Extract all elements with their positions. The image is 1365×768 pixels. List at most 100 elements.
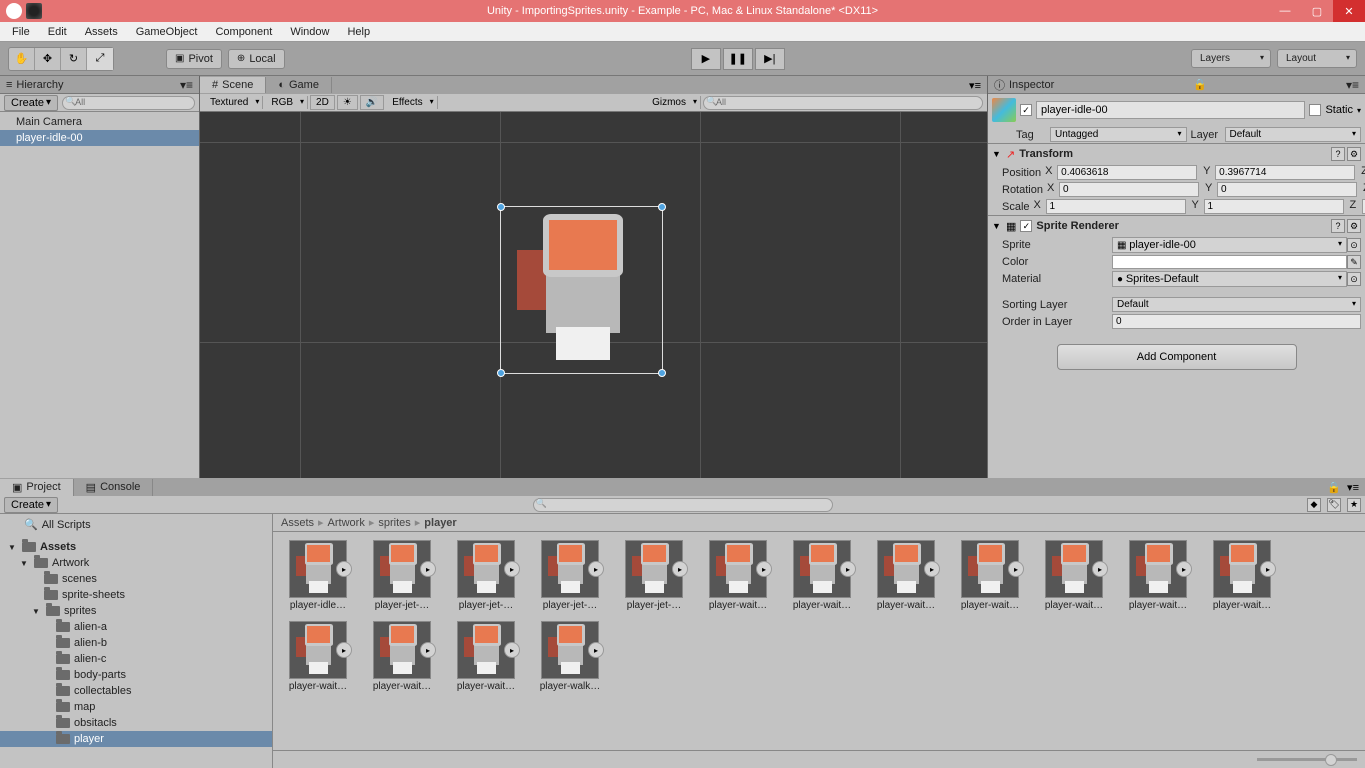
sprite-expand-icon[interactable]: ▸ — [504, 561, 520, 577]
local-toggle[interactable]: ⊕ Local — [228, 49, 285, 69]
menu-assets[interactable]: Assets — [79, 24, 124, 40]
project-create-button[interactable]: Create ▾ — [4, 497, 58, 513]
gameobject-icon[interactable] — [992, 98, 1016, 122]
sprite-expand-icon[interactable]: ▸ — [672, 561, 688, 577]
folder-alien-a[interactable]: alien-a — [0, 619, 272, 635]
rotate-tool[interactable]: ↻ — [61, 48, 87, 70]
asset-item[interactable]: ▸ player-wait… — [1205, 540, 1279, 611]
tag-dropdown[interactable]: Untagged — [1050, 127, 1187, 142]
inspector-menu-icon[interactable]: ▾≡ — [1346, 78, 1359, 92]
thumbnail-size-slider[interactable] — [1257, 758, 1357, 761]
scene-menu-icon[interactable]: ▾≡ — [969, 79, 987, 92]
layers-dropdown[interactable]: Layers — [1191, 49, 1271, 68]
sprite-picker-icon[interactable]: ⊙ — [1347, 238, 1361, 252]
save-search-icon[interactable]: ★ — [1347, 498, 1361, 512]
hierarchy-search-input[interactable]: All — [62, 96, 195, 110]
audio-toggle[interactable]: 🔊 — [360, 95, 384, 110]
folder-obsitacls[interactable]: obsitacls — [0, 715, 272, 731]
scale-y-input[interactable] — [1204, 199, 1344, 214]
component-settings-icon[interactable]: ⚙ — [1347, 147, 1361, 161]
gameobject-name-input[interactable] — [1036, 101, 1305, 119]
active-checkbox[interactable]: ✓ — [1020, 104, 1032, 116]
sprite-expand-icon[interactable]: ▸ — [420, 561, 436, 577]
sprite-expand-icon[interactable]: ▸ — [588, 642, 604, 658]
inspector-tab[interactable]: ⓘ Inspector 🔒 ▾≡ — [988, 76, 1365, 94]
game-tab[interactable]: ◐ Game — [266, 77, 332, 93]
console-tab[interactable]: ▤ Console — [74, 479, 154, 496]
sprite-expand-icon[interactable]: ▸ — [1092, 561, 1108, 577]
breadcrumb-sprites[interactable]: sprites — [378, 517, 410, 529]
asset-item[interactable]: ▸ player-jet-… — [365, 540, 439, 611]
folder-all-scripts[interactable]: 🔍All Scripts — [0, 516, 272, 533]
asset-item[interactable]: ▸ player-jet-… — [449, 540, 523, 611]
lock-icon[interactable]: 🔒 — [1193, 78, 1207, 91]
position-x-input[interactable] — [1057, 165, 1197, 180]
close-button[interactable]: ✕ — [1333, 0, 1365, 22]
pan-tool[interactable]: ✋ — [9, 48, 35, 70]
project-menu-icon[interactable]: ▾≡ — [1347, 481, 1365, 494]
sprite-expand-icon[interactable]: ▸ — [588, 561, 604, 577]
spriterenderer-foldout-icon[interactable]: ▼ — [992, 221, 1002, 231]
sorting-layer-dropdown[interactable]: Default — [1112, 297, 1361, 312]
selection-handle-tr[interactable] — [658, 203, 666, 211]
layout-dropdown[interactable]: Layout — [1277, 49, 1357, 68]
menu-edit[interactable]: Edit — [42, 24, 73, 40]
component-settings-icon[interactable]: ⚙ — [1347, 219, 1361, 233]
scene-search-input[interactable]: All — [703, 96, 983, 110]
menu-component[interactable]: Component — [209, 24, 278, 40]
scale-tool[interactable]: ⤢ — [87, 48, 113, 70]
asset-item[interactable]: ▸ player-walk… — [533, 621, 607, 692]
selection-handle-tl[interactable] — [497, 203, 505, 211]
selection-handle-br[interactable] — [658, 369, 666, 377]
move-tool[interactable]: ✥ — [35, 48, 61, 70]
add-component-button[interactable]: Add Component — [1057, 344, 1297, 370]
lighting-toggle[interactable]: ☀ — [337, 95, 358, 110]
sprite-expand-icon[interactable]: ▸ — [1260, 561, 1276, 577]
scale-z-input[interactable] — [1362, 199, 1365, 214]
color-picker-icon[interactable]: ✎ — [1347, 255, 1361, 269]
sprite-expand-icon[interactable]: ▸ — [1008, 561, 1024, 577]
sprite-expand-icon[interactable]: ▸ — [336, 642, 352, 658]
render-mode-dropdown[interactable]: RGB — [265, 96, 308, 109]
step-button[interactable]: ▶| — [755, 48, 785, 70]
help-icon[interactable]: ? — [1331, 219, 1345, 233]
rotation-x-input[interactable] — [1059, 182, 1199, 197]
rotation-y-input[interactable] — [1217, 182, 1357, 197]
asset-item[interactable]: ▸ player-wait… — [785, 540, 859, 611]
project-tab[interactable]: ▣ Project — [0, 479, 74, 496]
sprite-expand-icon[interactable]: ▸ — [1176, 561, 1192, 577]
folder-alien-c[interactable]: alien-c — [0, 651, 272, 667]
mode-2d-toggle[interactable]: 2D — [310, 95, 335, 110]
material-picker-icon[interactable]: ⊙ — [1347, 272, 1361, 286]
project-search-input[interactable] — [533, 498, 833, 512]
hierarchy-menu-icon[interactable]: ▾≡ — [180, 78, 193, 92]
asset-item[interactable]: ▸ player-wait… — [701, 540, 775, 611]
hierarchy-item-player[interactable]: player-idle-00 — [0, 130, 199, 146]
folder-body-parts[interactable]: body-parts — [0, 667, 272, 683]
sprite-expand-icon[interactable]: ▸ — [756, 561, 772, 577]
folder-artwork[interactable]: ▼Artwork — [0, 555, 272, 571]
folder-collectables[interactable]: collectables — [0, 683, 272, 699]
folder-map[interactable]: map — [0, 699, 272, 715]
asset-item[interactable]: ▸ player-jet-… — [533, 540, 607, 611]
transform-foldout-icon[interactable]: ▼ — [992, 149, 1002, 159]
project-lock-icon[interactable]: 🔒 — [1327, 481, 1347, 494]
menu-file[interactable]: File — [6, 24, 36, 40]
asset-item[interactable]: ▸ player-wait… — [1121, 540, 1195, 611]
folder-assets[interactable]: ▼Assets — [0, 539, 272, 555]
asset-item[interactable]: ▸ player-idle… — [281, 540, 355, 611]
maximize-button[interactable]: ▢ — [1301, 0, 1333, 22]
sprite-expand-icon[interactable]: ▸ — [336, 561, 352, 577]
menu-window[interactable]: Window — [284, 24, 335, 40]
scene-viewport[interactable] — [200, 112, 987, 478]
pause-button[interactable]: ❚❚ — [723, 48, 753, 70]
play-button[interactable]: ▶ — [691, 48, 721, 70]
shading-mode-dropdown[interactable]: Textured — [204, 96, 263, 109]
static-checkbox[interactable] — [1309, 104, 1321, 116]
fold-arrow-icon[interactable]: ▼ — [32, 607, 42, 616]
hierarchy-tab[interactable]: ≡ Hierarchy ▾≡ — [0, 76, 199, 94]
sprite-field[interactable]: ▦ player-idle-00 — [1112, 237, 1347, 253]
material-field[interactable]: ● Sprites-Default — [1112, 271, 1347, 287]
folder-player[interactable]: player — [0, 731, 272, 747]
layer-dropdown[interactable]: Default — [1225, 127, 1362, 142]
